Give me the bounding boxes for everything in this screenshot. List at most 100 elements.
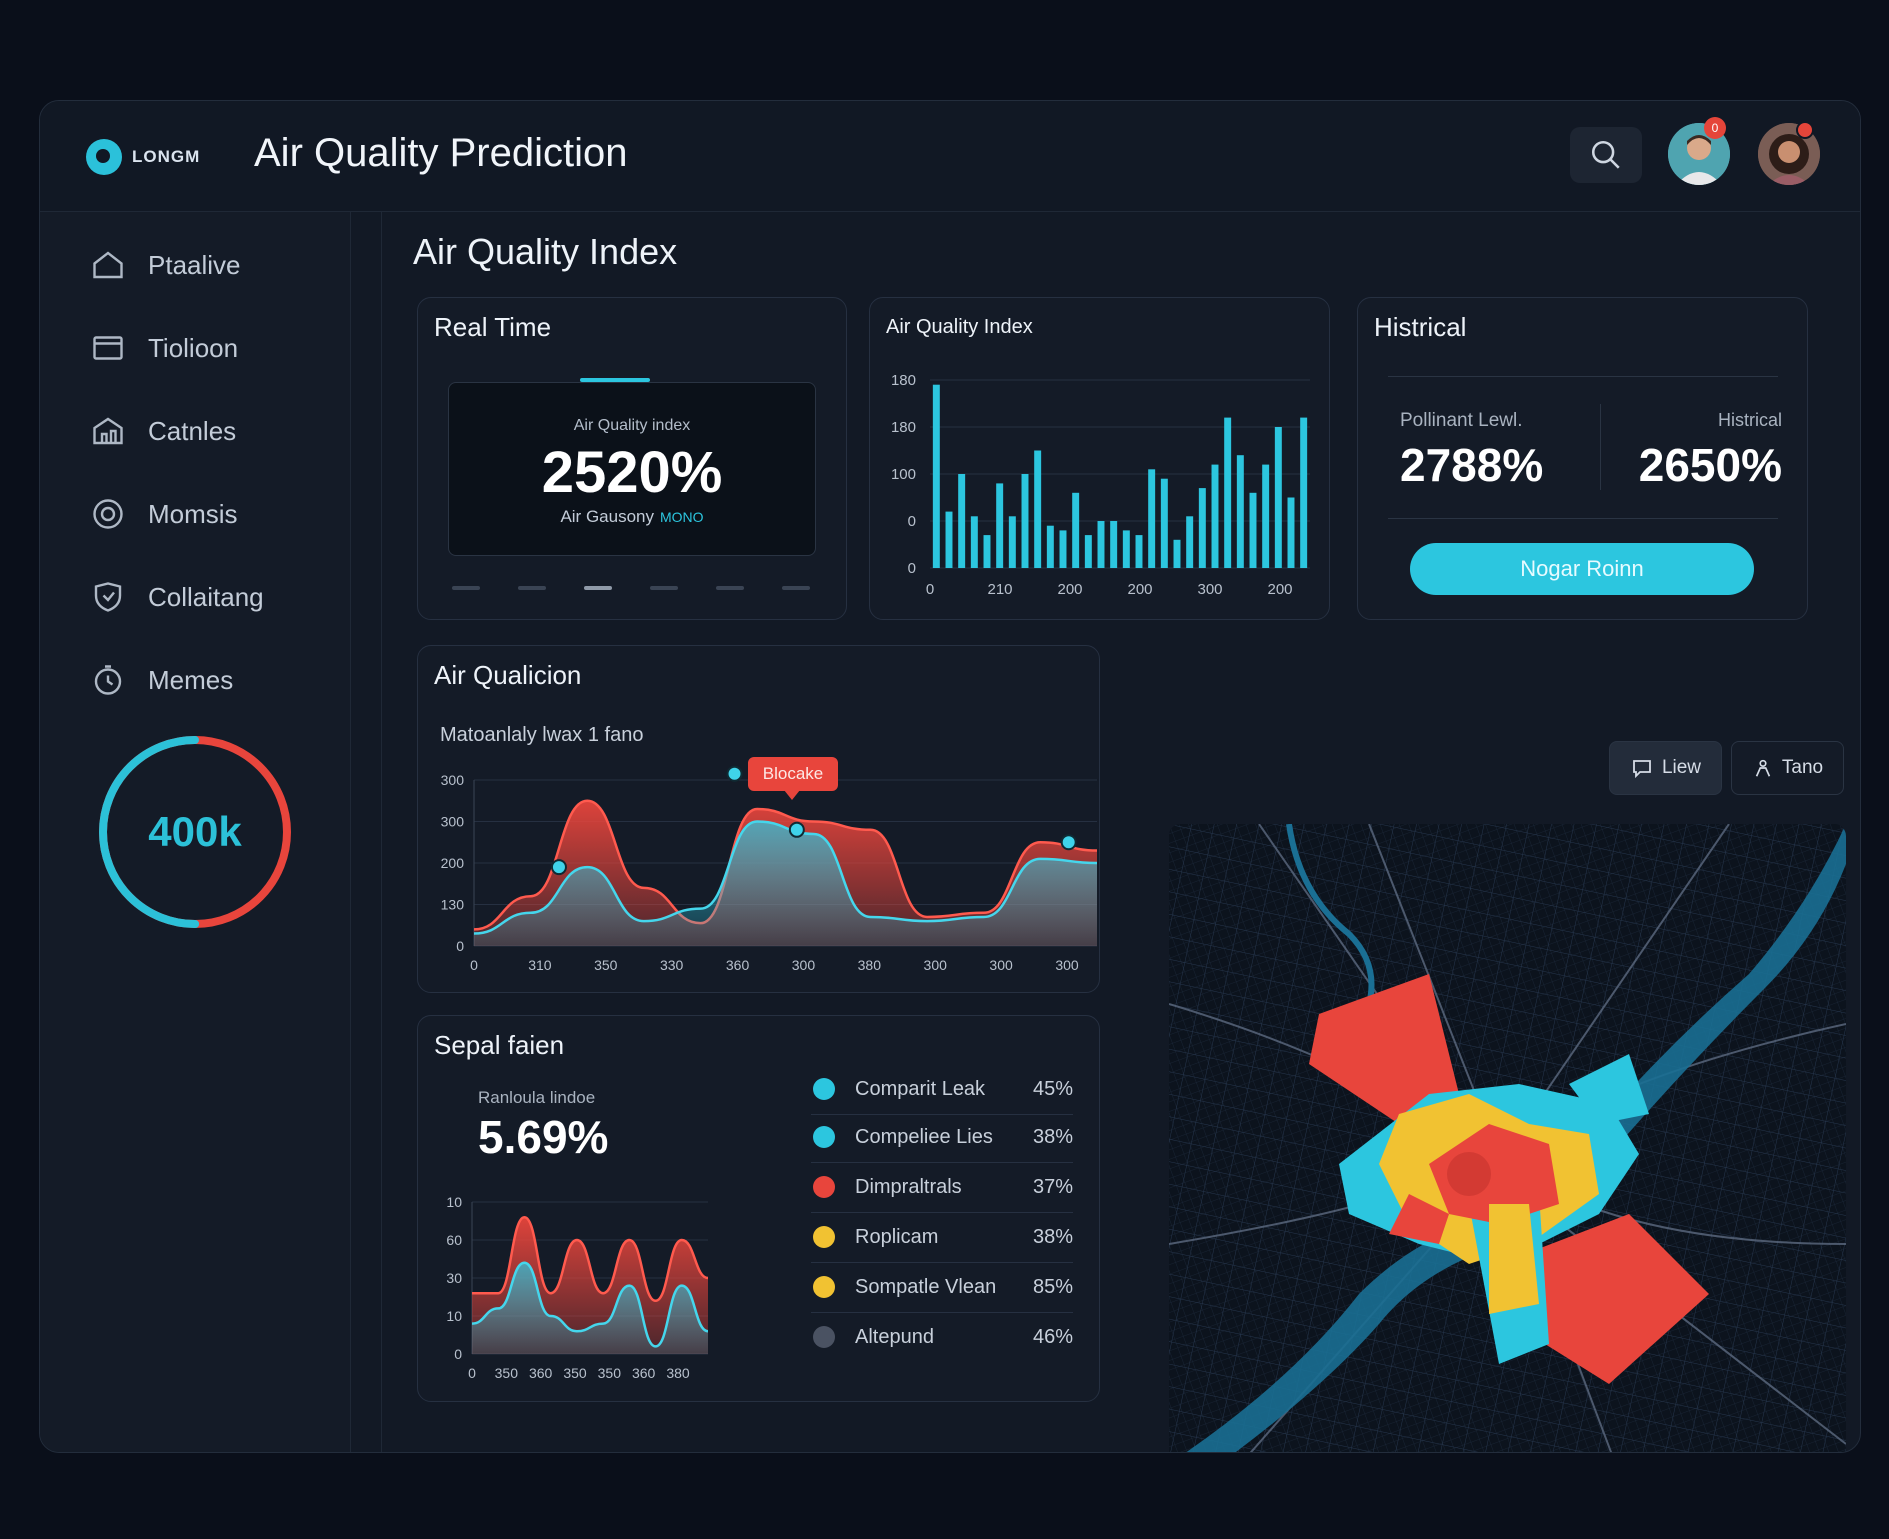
- x-tick-label: 200: [1127, 581, 1152, 598]
- y-tick-label: 0: [908, 560, 916, 577]
- legend-item[interactable]: Roplicam 38%: [811, 1212, 1073, 1263]
- sidebar-item-0[interactable]: Ptaalive: [90, 240, 241, 290]
- building-icon: [93, 417, 123, 445]
- realtime-label: Air Quality index: [573, 417, 691, 434]
- bar: [1122, 530, 1130, 568]
- historical-value: 2650%: [1638, 439, 1782, 491]
- divider: [1600, 404, 1601, 490]
- x-tick-label: 300: [924, 957, 948, 973]
- bar: [1224, 417, 1232, 568]
- sidebar-item-label: Memes: [148, 664, 234, 695]
- target-icon: [93, 499, 123, 529]
- bar: [1110, 521, 1118, 568]
- bar: [1249, 492, 1257, 568]
- legend-value: 46%: [1032, 1325, 1073, 1348]
- page-dot-active[interactable]: [584, 586, 612, 590]
- logo[interactable]: LONGM: [86, 139, 200, 175]
- sidebar-item-label: Collaitang: [148, 581, 264, 612]
- legend-item[interactable]: Comparit Leak 45%: [811, 1064, 1073, 1115]
- qualicion-card: Air Qualicion Matoanlaly lwax 1 fano 0 13…: [417, 645, 1100, 993]
- inbox-icon: [93, 336, 123, 360]
- legend-dot: [813, 1226, 835, 1248]
- primary-action-button[interactable]: Nogar Roinn: [1410, 543, 1754, 595]
- spatial-card: Sepal faien Ranloula lindoe 5.69% 0 10 30 6…: [417, 1015, 1100, 1402]
- bar: [1211, 464, 1219, 568]
- bar: [1072, 492, 1080, 568]
- y-tick-label: 200: [441, 855, 465, 871]
- legend-item[interactable]: Altepund 46%: [811, 1312, 1073, 1362]
- page-dot[interactable]: [452, 586, 480, 590]
- x-tick-label: 350: [594, 957, 618, 973]
- data-marker: [726, 765, 743, 782]
- page-dot[interactable]: [650, 586, 678, 590]
- x-tick-label: 330: [660, 957, 684, 973]
- y-tick-label: 300: [441, 814, 465, 830]
- gauge-value: 400k: [148, 808, 242, 855]
- bar: [1148, 469, 1156, 568]
- y-tick-label: 180: [891, 372, 916, 389]
- realtime-sub: Air Gausony MONO: [449, 507, 815, 527]
- bar: [1097, 521, 1105, 568]
- x-tick-label: 300: [1055, 957, 1079, 973]
- legend-value: 37%: [1032, 1175, 1073, 1198]
- chat-icon: [1633, 760, 1651, 779]
- x-tick-label: 300: [1197, 581, 1222, 598]
- legend-value: 45%: [1032, 1077, 1073, 1100]
- sidebar-item-label: Ptaalive: [148, 249, 241, 280]
- bar: [1300, 417, 1308, 568]
- bar: [1046, 525, 1054, 568]
- top-bar: LONGM Air Quality Prediction 0: [40, 101, 1860, 212]
- y-tick-label: 100: [891, 466, 916, 483]
- data-marker: [788, 821, 805, 838]
- realtime-panel: Air Quality index 2520% Air Gausony MONO: [448, 382, 816, 556]
- search-icon: [1591, 140, 1620, 169]
- legend-dot: [813, 1176, 835, 1198]
- bar: [1262, 464, 1270, 568]
- sidebar-item-5[interactable]: Memes: [90, 655, 233, 705]
- bar: [1034, 450, 1042, 568]
- legend-item[interactable]: Compeliee Lies 38%: [811, 1112, 1073, 1163]
- pollutant-value: 2788%: [1400, 439, 1544, 491]
- bar: [1236, 455, 1244, 568]
- divider: [1388, 518, 1778, 519]
- sidebar-item-4[interactable]: Collaitang: [90, 572, 264, 622]
- tune-button[interactable]: Tano: [1731, 741, 1844, 795]
- legend-item[interactable]: Dimpraltrals 37%: [811, 1162, 1073, 1213]
- x-tick-label: 300: [792, 957, 816, 973]
- legend-list: Comparit Leak 45% Compeliee Lies 38% Dim…: [418, 1016, 1099, 1401]
- search-button[interactable]: [1570, 127, 1642, 183]
- bar: [1084, 535, 1092, 568]
- content-divider: [381, 212, 382, 1452]
- pollution-heat-map[interactable]: [1169, 824, 1846, 1452]
- page-dot[interactable]: [782, 586, 810, 590]
- shield-icon: [94, 582, 122, 612]
- legend-item[interactable]: Sompatle Vlean 85%: [811, 1262, 1073, 1313]
- x-tick-label: 200: [1057, 581, 1082, 598]
- view-button[interactable]: Liew: [1609, 741, 1722, 795]
- bar: [1198, 488, 1206, 568]
- x-tick-label: 210: [987, 581, 1012, 598]
- logo-icon: [86, 139, 122, 175]
- page-title: Air Quality Index: [413, 231, 678, 272]
- y-tick-label: 0: [456, 938, 464, 954]
- sidebar-item-1[interactable]: Tiolioon: [90, 323, 238, 373]
- legend-name: Comparit Leak: [855, 1077, 986, 1100]
- sidebar-item-2[interactable]: Catnles: [90, 406, 236, 456]
- chart-callout: Blocake: [748, 757, 838, 791]
- pagination-dots: [448, 586, 814, 590]
- x-tick-label: 380: [858, 957, 882, 973]
- logo-text: LONGM: [132, 147, 201, 166]
- bar: [996, 483, 1004, 568]
- realtime-sub-label: Air Gausony: [560, 507, 654, 526]
- legend-dot: [813, 1078, 835, 1100]
- legend-name: Altepund: [855, 1325, 934, 1348]
- page-dot[interactable]: [518, 586, 546, 590]
- x-tick-label: 300: [989, 957, 1013, 973]
- sidebar-item-3[interactable]: Momsis: [90, 489, 238, 539]
- bar: [932, 384, 940, 568]
- legend-value: 85%: [1032, 1275, 1073, 1298]
- bar: [983, 535, 991, 568]
- divider: [1388, 376, 1778, 377]
- page-dot[interactable]: [716, 586, 744, 590]
- x-tick-label: 310: [528, 957, 552, 973]
